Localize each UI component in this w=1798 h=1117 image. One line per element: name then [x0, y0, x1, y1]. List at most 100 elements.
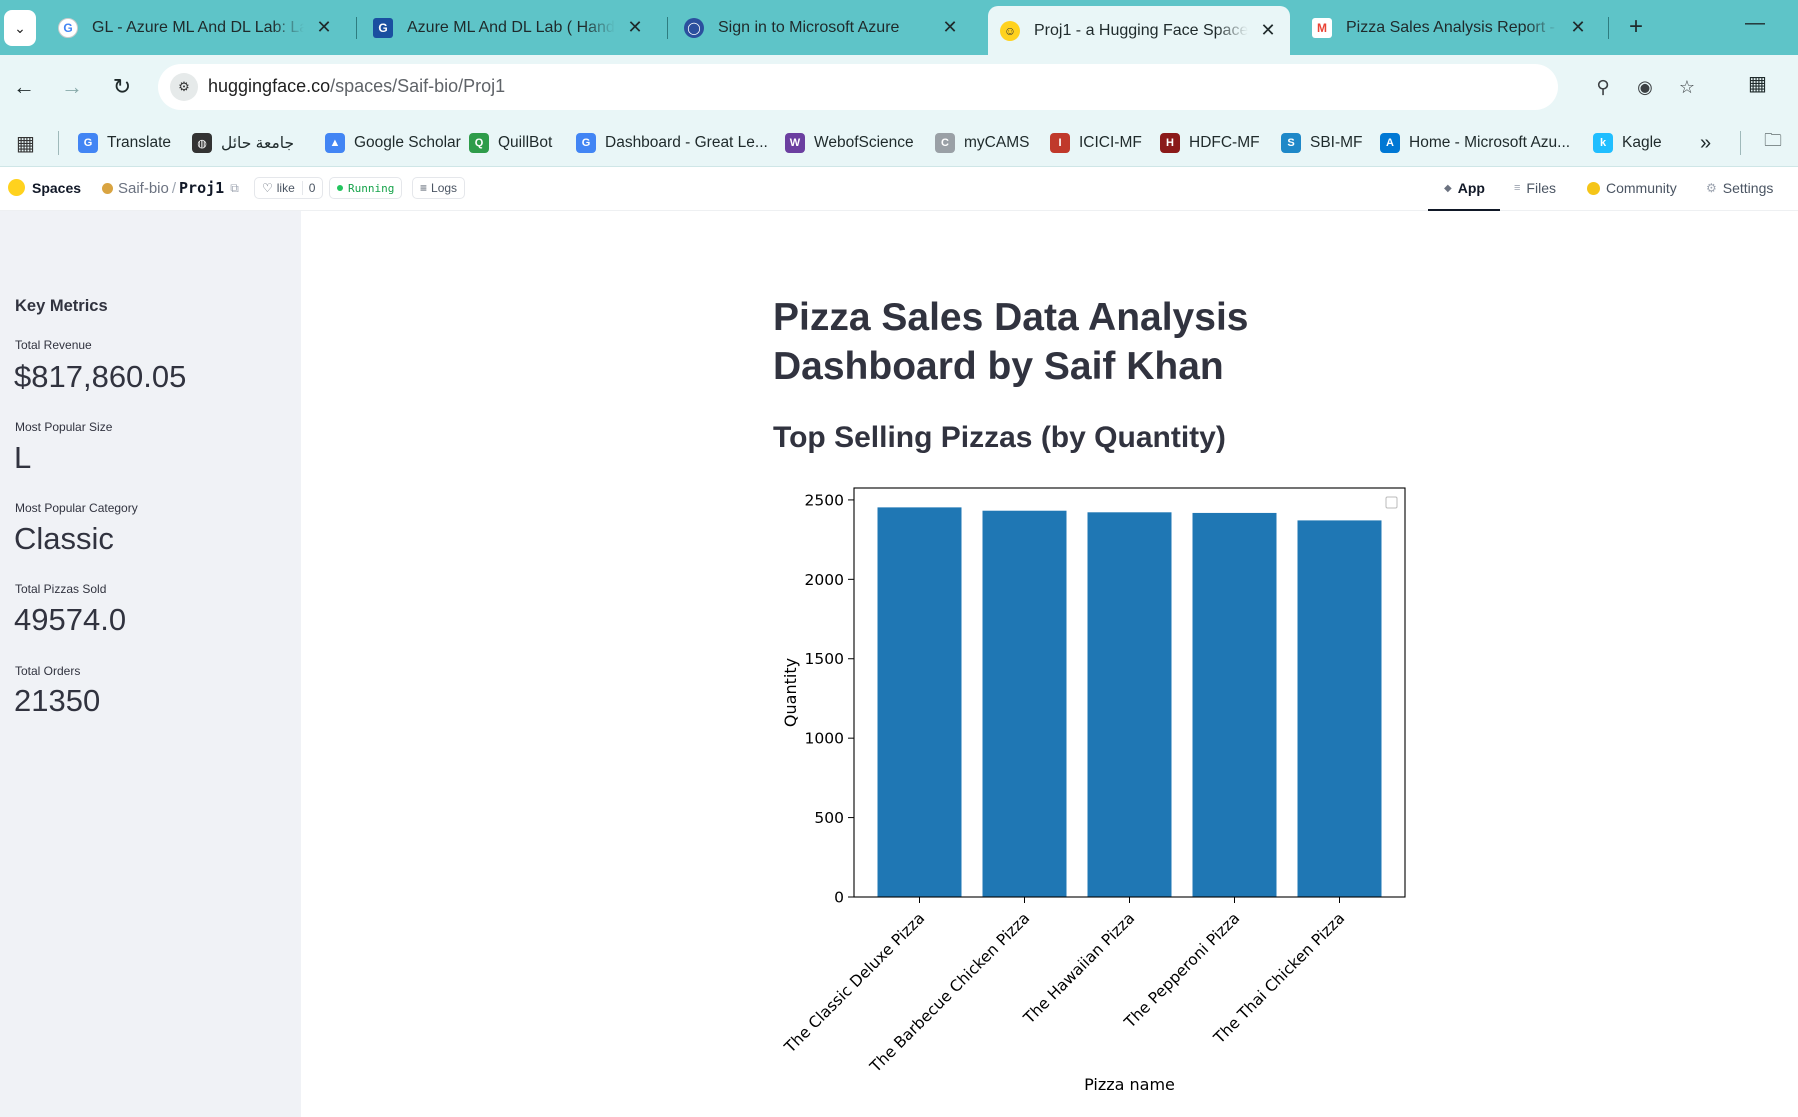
bookmark-azure[interactable]: A Home - Microsoft Azu... [1380, 131, 1570, 155]
repo-name-link[interactable]: Proj1 [179, 179, 224, 197]
bookmark-quillbot[interactable]: Q QuillBot [469, 131, 552, 155]
bookmark-greatlearning[interactable]: G Dashboard - Great Le... [576, 131, 768, 155]
bookmark-globe[interactable]: ◍ جامعة حائل [192, 131, 294, 155]
back-button[interactable]: ← [8, 71, 40, 103]
new-tab-button[interactable]: + [1620, 12, 1652, 44]
tab-settings-label: Settings [1722, 180, 1774, 196]
hugging-face-icon: ☺ [1000, 20, 1020, 41]
url-text[interactable]: huggingface.co/spaces/Saif-bio/Proj1 [208, 76, 505, 97]
bookmark-translate[interactable]: G Translate [78, 131, 171, 155]
quillbot-icon: Q [469, 133, 489, 153]
y-tick-label: 2500 [805, 491, 844, 509]
azure-icon: A [1380, 133, 1400, 153]
tab-proj1-hf-space[interactable]: ☺ Proj1 - a Hugging Face Space by Saif-b… [988, 6, 1290, 55]
y-tick-label: 0 [834, 889, 844, 907]
arrow-right-icon: → [61, 74, 83, 99]
close-icon[interactable]: ✕ [1568, 17, 1588, 38]
extensions-icon[interactable]: ▦ [1748, 71, 1767, 96]
tab-app[interactable]: ◆ App [1444, 180, 1485, 196]
space-breadcrumb: Saif-bio / Proj1 ⧉ [102, 179, 239, 197]
forward-button[interactable]: → [56, 71, 88, 103]
active-tab-indicator [1428, 209, 1500, 211]
tab-gl-azure-labs[interactable]: G GL - Azure ML And DL Lab: Labs ✕ [46, 8, 346, 47]
close-icon[interactable]: ✕ [625, 17, 645, 38]
metric-label-total-pizzas: Total Pizzas Sold [15, 582, 107, 596]
more-bookmarks-button[interactable]: » [1700, 131, 1711, 155]
tab-title: Proj1 - a Hugging Face Space by Saif-bio [1034, 21, 1248, 39]
zoom-icon[interactable]: ⚲ [1590, 74, 1616, 100]
address-bar[interactable]: ⚙ huggingface.co/spaces/Saif-bio/Proj1 ⚲… [158, 64, 1695, 110]
tab-title: Pizza Sales Analysis Report - saif [1346, 18, 1558, 36]
plus-icon: + [1628, 13, 1643, 40]
bookmark-separator [1740, 131, 1741, 155]
bookmark-scholar[interactable]: ▲ Google Scholar [325, 131, 461, 155]
spaces-link[interactable]: Spaces [8, 179, 81, 196]
tab-settings[interactable]: ⚙ Settings [1706, 180, 1773, 196]
reload-button[interactable]: ↻ [106, 71, 138, 103]
bookmark-label: WebofScience [814, 134, 914, 151]
chart-bar [1087, 512, 1172, 897]
star-icon[interactable]: ☆ [1674, 74, 1700, 100]
bookmark-sbi[interactable]: S SBI-MF [1281, 131, 1363, 155]
bookmark-label: Home - Microsoft Azu... [1409, 134, 1571, 151]
bookmark-label: myCAMS [964, 134, 1030, 151]
bookmarks-bar: ▦ G Translate ◍ جامعة حائل ▲ Google Scholar Q Q… [0, 119, 1798, 167]
apps-button[interactable]: ▦ [16, 131, 35, 155]
eye-off-icon[interactable]: ◉ [1632, 74, 1658, 100]
translate-icon: G [78, 133, 98, 153]
breadcrumb-separator: / [171, 179, 177, 197]
tab-files-label: Files [1526, 180, 1556, 196]
bookmark-label: Dashboard - Great Le... [605, 134, 768, 151]
y-tick-label: 1500 [805, 650, 844, 668]
chart-bar [1192, 512, 1277, 897]
logs-label: Logs [431, 181, 458, 195]
tab-search-button[interactable]: ⌄ [4, 10, 36, 46]
close-icon[interactable]: ✕ [940, 17, 960, 38]
tab-strip: ⌄ G GL - Azure ML And DL Lab: Labs ✕ G A… [0, 0, 1798, 55]
chart-bar [982, 510, 1067, 897]
tab-azure-signin[interactable]: ◯ Sign in to Microsoft Azure ✕ [672, 8, 972, 47]
hdfc-icon: H [1160, 133, 1180, 153]
site-info-icon[interactable]: ⚙ [170, 73, 198, 101]
close-icon[interactable]: ✕ [1258, 20, 1278, 41]
close-icon[interactable]: ✕ [314, 17, 334, 38]
hugging-face-icon [8, 179, 25, 196]
bookmark-mycams[interactable]: CmyCAMS [935, 131, 1029, 155]
files-icon: ≡ [1514, 182, 1521, 194]
bookmark-hdfc[interactable]: H HDFC-MF [1160, 131, 1260, 155]
tab-title: Azure ML And DL Lab ( Hands-On [407, 18, 615, 36]
bookmark-label: Kagle [1622, 134, 1662, 151]
tab-separator [667, 17, 668, 39]
tab-azure-ml-lab[interactable]: G Azure ML And DL Lab ( Hands-On ✕ [361, 8, 657, 47]
bookmark-kaggle[interactable]: k Kagle [1593, 131, 1662, 155]
bookmark-icici[interactable]: I ICICI-MF [1050, 131, 1142, 155]
metric-value-total-revenue: $817,860.05 [14, 359, 187, 394]
bookmark-label: HDFC-MF [1189, 134, 1260, 151]
metric-value-popular-size: L [14, 440, 32, 475]
tab-pizza-sales-report[interactable]: M Pizza Sales Analysis Report - saif ✕ [1300, 8, 1600, 47]
like-button[interactable]: ♡ like 0 [254, 177, 324, 199]
bookmark-label: Google Scholar [354, 134, 461, 151]
azure-signin-icon: ◯ [684, 17, 704, 38]
bar-chart: The Classic Deluxe PizzaThe Barbecue Chi… [780, 487, 1406, 1094]
chart-bar [877, 507, 962, 897]
tab-community-label: Community [1606, 180, 1677, 196]
bookmark-webofscience[interactable]: W WebofScience [785, 131, 914, 155]
x-axis-label: Pizza name [1084, 1075, 1175, 1094]
bookmark-label: QuillBot [498, 134, 553, 151]
status-badge[interactable]: Running [329, 177, 403, 199]
icici-icon: I [1050, 133, 1070, 153]
status-dot-icon [337, 185, 343, 191]
bookmark-label: SBI-MF [1310, 134, 1363, 151]
y-tick-label: 1000 [805, 730, 844, 748]
globe-icon: ◍ [192, 133, 212, 153]
minimize-window-button[interactable]: — [1745, 12, 1765, 35]
google-icon: G [58, 17, 78, 38]
webofscience-icon: W [785, 133, 805, 153]
owner-link[interactable]: Saif-bio [118, 180, 169, 197]
logs-button[interactable]: ≡ Logs [412, 177, 466, 199]
tab-community[interactable]: Community [1587, 180, 1677, 196]
copy-icon[interactable]: ⧉ [230, 181, 239, 196]
tab-files[interactable]: ≡ Files [1514, 180, 1556, 196]
bookmarks-folder[interactable]: 🗀 [1764, 130, 1782, 155]
